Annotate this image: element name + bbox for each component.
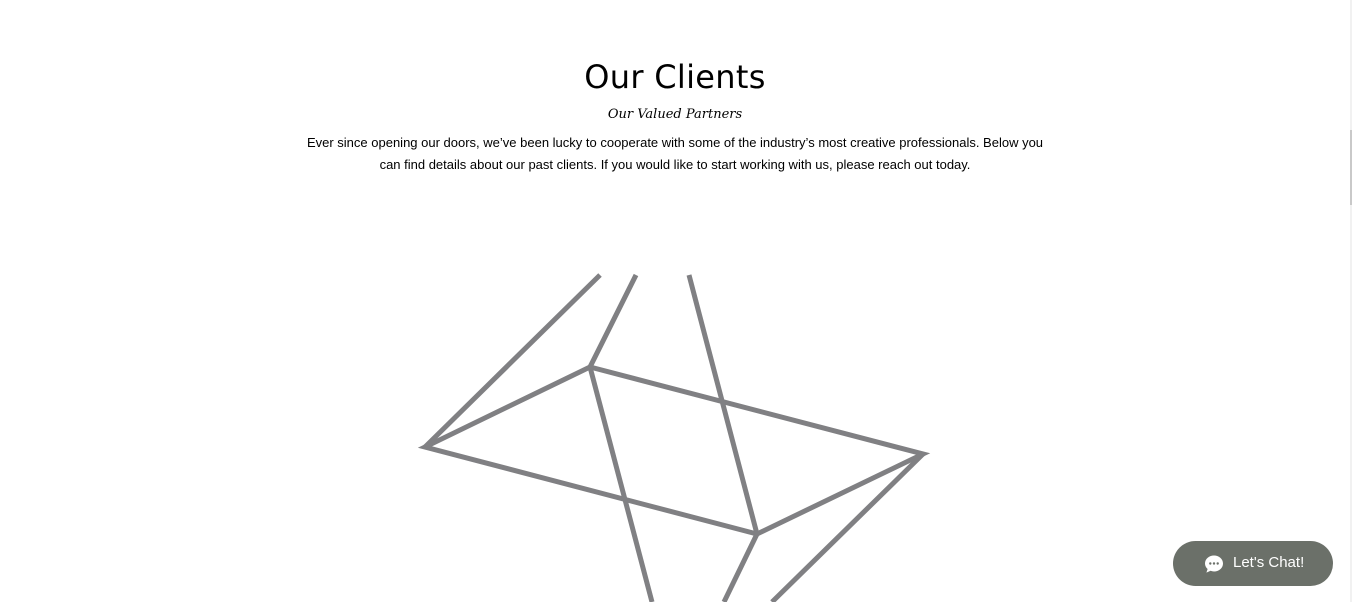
art-line xyxy=(686,274,760,535)
art-quad xyxy=(417,364,931,537)
art-line xyxy=(770,452,925,602)
art-line xyxy=(587,366,655,602)
art-line xyxy=(423,273,602,449)
geometric-line-art xyxy=(417,273,931,602)
art-line xyxy=(721,532,760,602)
art-line xyxy=(587,273,639,369)
chat-button[interactable]: Let's Chat! xyxy=(1173,541,1333,586)
chat-button-label: Let's Chat! xyxy=(1233,554,1305,571)
chat-bubble-icon xyxy=(1205,555,1223,573)
